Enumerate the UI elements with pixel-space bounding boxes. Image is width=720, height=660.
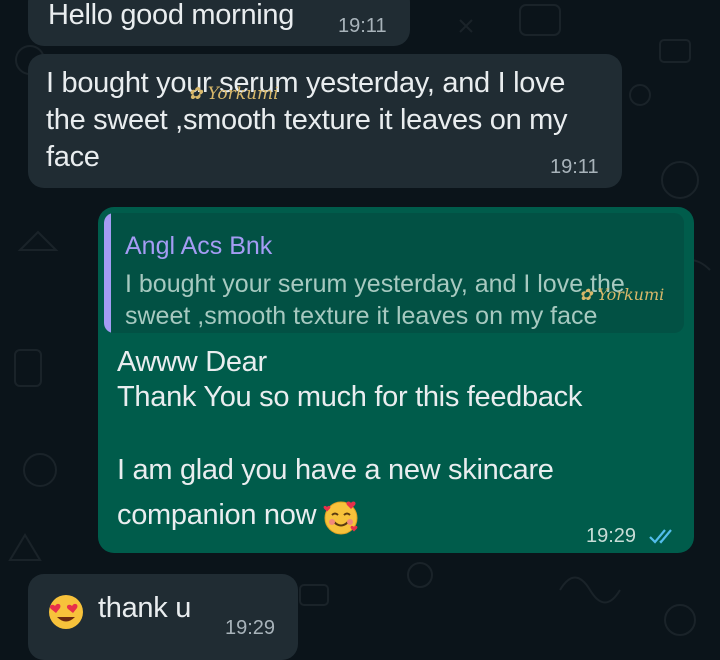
message-time: 19:11 <box>550 156 599 178</box>
quoted-author: Angl Acs Bnk <box>125 232 273 260</box>
message-line: companion now <box>117 499 317 531</box>
message-last-line: companion now <box>117 497 361 542</box>
message-time: 19:29 <box>225 617 276 639</box>
outgoing-message[interactable]: Angl Acs Bnk I bought your serum yesterd… <box>98 207 694 553</box>
quote-accent-bar <box>104 213 111 333</box>
yorkumi-watermark-logo: ✿ Yorkumi <box>188 84 279 104</box>
message-time: 19:11 <box>338 15 387 37</box>
watermark-brand: Yorkumi <box>207 84 279 104</box>
message-line: Thank You so much for this feedback <box>117 381 583 413</box>
heart-eyes-icon <box>46 592 86 637</box>
quoted-message[interactable]: Angl Acs Bnk I bought your serum yesterd… <box>104 213 684 333</box>
message-line: I am glad you have a new skincare <box>117 454 554 486</box>
message-text: Hello good morning <box>48 0 295 31</box>
message-text: I bought your serum yesterday, and I lov… <box>46 67 568 173</box>
message-text: thank u <box>98 592 192 624</box>
smiling-face-with-hearts-icon <box>321 497 361 542</box>
incoming-message[interactable]: thank u 19:29 <box>28 574 298 660</box>
message-line: Awww Dear <box>117 346 267 378</box>
incoming-message[interactable]: Hello good morning 19:11 <box>28 0 410 46</box>
watermark-brand: Yorkumi <box>597 285 665 304</box>
double-check-icon <box>649 529 672 544</box>
message-time: 19:29 <box>586 525 637 547</box>
yorkumi-watermark-logo: ✿ Yorkumi <box>579 285 665 304</box>
incoming-message[interactable]: I bought your serum yesterday, and I lov… <box>28 54 622 188</box>
